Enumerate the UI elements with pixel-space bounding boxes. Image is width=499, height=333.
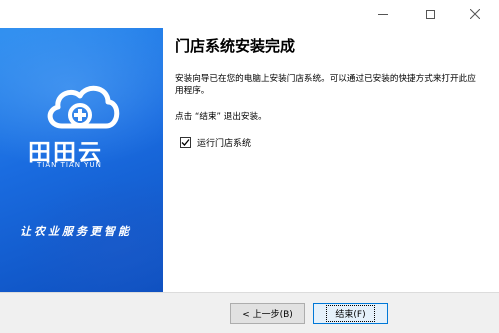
run-app-checkbox[interactable]: [180, 137, 191, 148]
run-app-checkbox-row[interactable]: 运行门店系统: [180, 136, 251, 149]
close-icon: [470, 9, 480, 19]
run-app-checkbox-label[interactable]: 运行门店系统: [197, 136, 251, 149]
side-banner: 田田云 TIAN TIAN YUN 让农业服务更智能: [0, 28, 163, 292]
minimize-button[interactable]: [363, 0, 403, 28]
minimize-icon: [378, 13, 388, 15]
back-button[interactable]: < 上一步(B): [230, 303, 305, 324]
title-bar: [0, 0, 499, 28]
brand-subtitle: TIAN TIAN YUN: [37, 161, 102, 169]
button-bar: < 上一步(B) 结束(F): [0, 292, 499, 333]
maximize-button[interactable]: [410, 0, 450, 28]
close-button[interactable]: [455, 0, 495, 28]
page-title: 门店系统安装完成: [175, 37, 296, 55]
checkmark-icon: [181, 139, 190, 146]
installer-window: 田田云 TIAN TIAN YUN 让农业服务更智能 门店系统安装完成 安装向导…: [0, 0, 499, 333]
completion-description: 安装向导已在您的电脑上安装门店系统。可以通过已安装的快捷方式来打开此应用程序。: [175, 74, 476, 96]
finish-button[interactable]: 结束(F): [313, 303, 388, 324]
exit-hint: 点击 “结束” 退出安装。: [175, 112, 267, 122]
maximize-icon: [425, 9, 435, 19]
finish-button-label: 结束(F): [326, 305, 375, 322]
cloud-plus-logo-icon: [47, 85, 120, 129]
brand-slogan: 让农业服务更智能: [20, 225, 132, 238]
